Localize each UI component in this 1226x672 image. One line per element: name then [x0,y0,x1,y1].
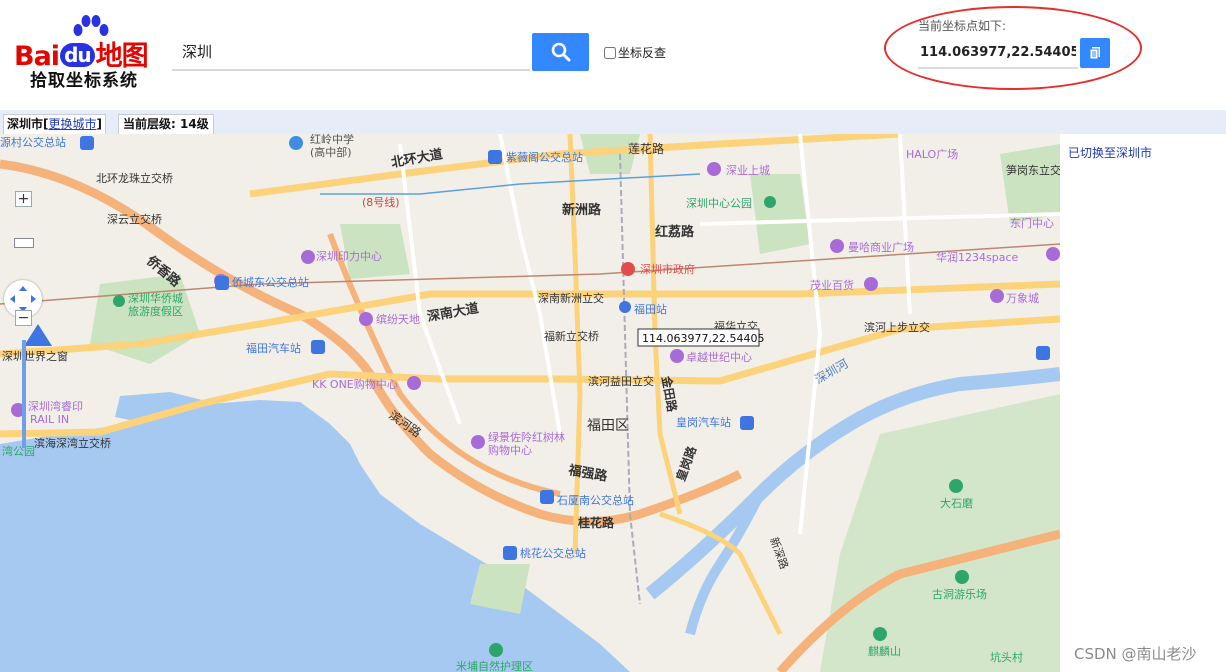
highlight-circle [884,6,1142,90]
park-area [820,394,1060,672]
place-label: 深圳华侨城 [128,291,183,305]
place-label: 红岭中学 [310,134,354,146]
place-label: 曼哈商业广场 [848,240,914,254]
level-value: 14级 [180,117,209,131]
place-label: 缤纷天地 [376,312,420,326]
place-label: 福田汽车站 [246,341,301,355]
city-name: 深圳市 [7,117,44,131]
map-svg[interactable]: 北环大道 深南大道 红荔路 新洲路 侨香路 福田区 福强路 桂花路 金田路 皇岗… [0,134,1060,672]
place-label: 旅游度假区 [128,304,183,318]
coordinate-tooltip: 114.063977,22.54405 [637,328,764,347]
road-label: 新洲路 [562,202,602,218]
baidu-map-logo[interactable]: Bai du 地图 拾取坐标系统 [14,14,162,94]
place-label: RAIL IN [30,413,69,426]
place-label: 深圳世界之窗 [2,349,68,363]
place-label: 滨河上步立交 [864,320,930,334]
road-label: 红荔路 [655,224,695,240]
futian-station-marker [619,301,631,313]
place-label: 深云立交桥 [107,212,162,226]
top-header: Baidu地图 拾取坐标系统 坐标反查 当前坐标点如下: [0,0,1226,110]
search-input[interactable] [172,33,530,71]
road-label: 深南大道 [426,300,480,325]
river-branch [685,491,765,636]
place-label: 深圳湾睿印 [28,399,83,413]
place-label: 湾公园 [2,444,35,458]
city-switch-notice: 已切换至深圳市 [1068,146,1153,160]
place-label: 侨城东公交总站 [232,275,309,289]
level-label: 当前层级: [123,117,176,131]
place-label: 深业上城 [726,164,770,177]
road-label: 莲花路 [628,141,664,156]
place-label: 福田站 [634,302,667,316]
place-label: 卓越世纪中心 [686,350,752,364]
place-label: 源村公交总站 [0,135,66,149]
change-city-link[interactable]: 更换城市 [49,117,97,131]
place-label: 茂业百货 [810,278,854,292]
road-label: 新深路 [767,535,791,571]
park-area [1000,144,1060,224]
place-label: 福新立交桥 [544,329,599,343]
park-area [750,174,810,254]
zoom-slider-track[interactable] [22,340,26,448]
place-label: 石厦南公交总站 [557,493,634,507]
park-area [90,274,200,364]
svg-text:114.063977,22.54405: 114.063977,22.54405 [642,332,764,345]
zoom-out-button[interactable]: − [15,310,32,326]
place-label: 米埔自然护理区 [456,659,533,672]
major-road [498,134,562,435]
place-label: 皇岗汽车站 [676,415,731,429]
place-label: 滨河益田立交 [588,374,654,388]
place-label: 东门中心 [1010,216,1054,230]
place-label: 大石磨 [940,496,973,510]
zoom-in-button[interactable]: + [15,191,32,207]
place-label: 深南新洲立交 [538,291,604,305]
reverse-lookup-toggle[interactable]: 坐标反查 [604,44,666,61]
place-label: (高中部) [310,145,352,159]
place-label: 紫薇阁公交总站 [506,150,583,164]
current-city: 深圳市[更换城市] [3,114,106,135]
place-label: 绿景佐阾红树林 [488,430,565,444]
landmark-marker [24,324,52,346]
place-label: (8号线) [362,195,400,209]
reverse-lookup-checkbox[interactable] [604,46,616,59]
place-label: 万象城 [1006,292,1039,305]
logo-du-badge: du [60,43,95,67]
road-label: 福强路 [566,462,609,485]
place-label: 深圳市政府 [640,262,695,276]
place-label: 笋岗东立交 [1006,163,1060,177]
place-label: 古洞游乐场 [932,587,987,601]
place-label: 北环龙珠立交桥 [96,171,173,185]
road-label: 皇岗路 [673,443,700,483]
education-marker [289,136,303,150]
reverse-lookup-label: 坐标反查 [618,46,667,60]
zoom-level-indicator: 当前层级: 14级 [118,114,214,135]
place-label: 深圳中心公园 [686,197,752,210]
map-canvas[interactable]: 北环大道 深南大道 红荔路 新洲路 侨香路 福田区 福强路 桂花路 金田路 皇岗… [0,134,1060,672]
major-road [699,212,1060,226]
district-label: 福田区 [587,418,629,434]
place-label: 桃花公交总站 [520,546,586,560]
zoom-slider-thumb[interactable] [14,238,34,248]
major-road [567,134,583,555]
place-label: 坑头村 [990,650,1023,664]
government-marker [621,262,635,276]
search-icon [551,42,570,62]
place-label: KK ONE购物中心 [312,377,398,391]
place-label: 麒麟山 [868,644,901,658]
major-road [798,134,823,535]
place-label: 华润1234space [936,250,1018,264]
place-label: 购物中心 [488,443,532,457]
major-road [647,134,683,515]
logo-subtitle: 拾取坐标系统 [30,71,138,91]
road-label: 桂花路 [577,515,615,530]
place-label: HALO广场 [906,147,958,161]
place-label: 深圳印力中心 [316,250,382,263]
place-label: 滨海深湾立交桥 [34,436,111,450]
watermark: CSDN @南山老沙 [1074,645,1197,663]
search-button[interactable] [532,33,589,71]
